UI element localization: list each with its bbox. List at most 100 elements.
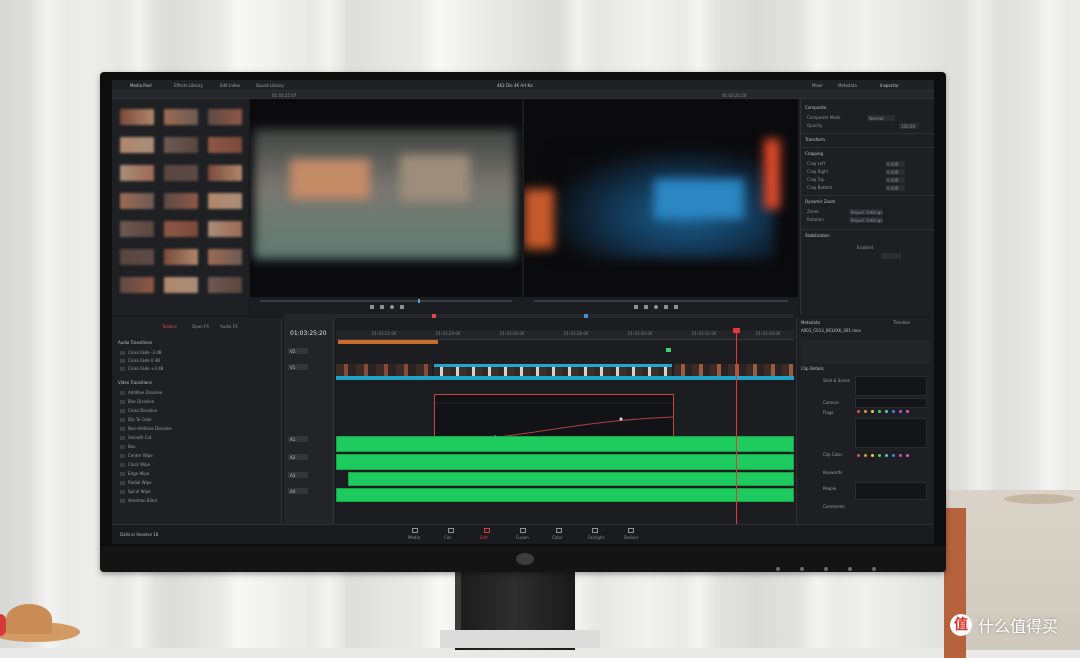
loop-icon[interactable] xyxy=(674,305,678,309)
effect-item[interactable]: Cross Dissolve xyxy=(120,408,157,414)
flag-color-dot[interactable] xyxy=(899,410,902,413)
track-header[interactable]: A3 xyxy=(288,472,308,478)
effect-item[interactable]: Smooth Cut xyxy=(120,435,152,441)
tab-audio-fx[interactable]: Audio FX xyxy=(220,324,238,329)
media-thumbnail[interactable] xyxy=(164,249,198,265)
stop-icon[interactable] xyxy=(644,305,648,309)
media-thumbnail[interactable] xyxy=(208,165,242,181)
monitor-button[interactable] xyxy=(848,567,852,571)
audio-clip[interactable] xyxy=(336,436,794,452)
inspector-section-composite[interactable]: Composite xyxy=(805,105,826,111)
media-thumbnail[interactable] xyxy=(120,165,154,181)
page-cut-icon[interactable] xyxy=(448,528,454,533)
media-thumbnail[interactable] xyxy=(208,193,242,209)
effect-item[interactable]: Spiral Wipe xyxy=(120,489,151,495)
menu-inspector[interactable]: Inspector xyxy=(880,83,899,89)
media-thumbnail[interactable] xyxy=(208,221,242,237)
page-color-label[interactable]: Color xyxy=(552,535,562,540)
effect-item[interactable]: Radial Wipe xyxy=(120,480,152,486)
page-edit-label[interactable]: Edit xyxy=(480,535,488,540)
menu-metadata[interactable]: Metadata xyxy=(838,83,857,89)
clip-color-dot[interactable] xyxy=(899,454,902,457)
page-fusion-icon[interactable] xyxy=(520,528,526,533)
video-clip-selected[interactable] xyxy=(434,364,672,376)
audio-clip[interactable] xyxy=(336,454,794,470)
effect-item[interactable]: Blur Dissolve xyxy=(120,399,154,405)
page-fairlight-icon[interactable] xyxy=(592,528,598,533)
clip-color-dot[interactable] xyxy=(878,454,881,457)
track-header[interactable]: A2 xyxy=(288,454,308,460)
playhead[interactable] xyxy=(736,328,737,524)
media-thumbnail[interactable] xyxy=(208,137,242,153)
page-fusion-label[interactable]: Fusion xyxy=(516,535,529,540)
source-scrub-head[interactable] xyxy=(418,299,420,303)
composite-mode-select[interactable]: Normal xyxy=(867,115,895,121)
clip-color-dot[interactable] xyxy=(864,454,867,457)
media-thumbnail[interactable] xyxy=(164,221,198,237)
next-frame-icon[interactable] xyxy=(400,305,404,309)
inspector-section-dynamic-zoom[interactable]: Dynamic Zoom xyxy=(805,199,835,205)
marker-range[interactable] xyxy=(338,340,438,344)
effect-item[interactable]: Edge Wipe xyxy=(120,471,149,477)
media-thumbnail[interactable] xyxy=(120,249,154,265)
effect-item[interactable]: Cross Fade -3 dB xyxy=(120,350,161,356)
media-thumbnail[interactable] xyxy=(164,193,198,209)
media-thumbnail[interactable] xyxy=(164,165,198,181)
media-thumbnail[interactable] xyxy=(164,277,198,293)
crop-right-field[interactable]: 0.000 xyxy=(885,169,905,175)
page-edit-icon[interactable] xyxy=(484,528,490,533)
inspector-section-stabilization[interactable]: Stabilization xyxy=(805,233,830,239)
menu-media-pool[interactable]: Media Pool xyxy=(130,83,152,89)
section-video-transitions[interactable]: Video Transitions xyxy=(118,380,152,386)
monitor-button[interactable] xyxy=(776,567,780,571)
tab-metadata[interactable]: Metadata xyxy=(801,320,820,326)
crop-top-field[interactable]: 0.000 xyxy=(885,177,905,183)
effect-item[interactable]: Center Wipe xyxy=(120,453,153,459)
timeline-marker[interactable] xyxy=(666,348,671,352)
effect-item[interactable]: Non-Additive Dissolve xyxy=(120,426,172,432)
menu-sound-library[interactable]: Sound Library xyxy=(256,83,284,89)
page-color-icon[interactable] xyxy=(556,528,562,533)
next-frame-icon[interactable] xyxy=(664,305,668,309)
rotation-select[interactable]: Project Settings xyxy=(849,217,883,223)
effect-item[interactable]: Cross Fade 0 dB xyxy=(120,358,160,364)
play-icon[interactable] xyxy=(654,305,658,309)
playhead-handle[interactable] xyxy=(733,328,740,333)
effect-item[interactable]: Box xyxy=(120,444,135,450)
meta-field[interactable] xyxy=(855,398,927,408)
play-icon[interactable] xyxy=(390,305,394,309)
page-cut-label[interactable]: Cut xyxy=(444,535,451,540)
clip-color-dot[interactable] xyxy=(892,454,895,457)
page-fairlight-label[interactable]: Fairlight xyxy=(588,535,604,540)
page-deliver-label[interactable]: Deliver xyxy=(624,535,638,540)
monitor-button[interactable] xyxy=(824,567,828,571)
all-groups[interactable]: Clip Details xyxy=(801,366,824,372)
tab-open-fx[interactable]: Open FX xyxy=(192,324,209,329)
tab-timeline[interactable]: Timeline xyxy=(893,320,910,326)
clip-color-dot[interactable] xyxy=(906,454,909,457)
zoom-select[interactable]: Project Settings xyxy=(849,209,883,215)
effect-item[interactable]: Cross Fade +3 dB xyxy=(120,366,163,372)
inspector-section-cropping[interactable]: Cropping xyxy=(805,151,823,157)
crop-bottom-field[interactable]: 0.000 xyxy=(885,185,905,191)
page-media-icon[interactable] xyxy=(412,528,418,533)
clip-color-dot[interactable] xyxy=(857,454,860,457)
flag-color-dot[interactable] xyxy=(878,410,881,413)
clip-color-dot[interactable] xyxy=(871,454,874,457)
audio-clip[interactable] xyxy=(336,488,794,502)
section-audio-transitions[interactable]: Audio Transitions xyxy=(118,340,152,346)
flag-color-dot[interactable] xyxy=(857,410,860,413)
video-clip[interactable] xyxy=(336,364,432,376)
page-deliver-icon[interactable] xyxy=(628,528,634,533)
track-header[interactable]: V2 xyxy=(288,348,308,354)
tab-toolbox[interactable]: Toolbox xyxy=(162,324,177,329)
flag-color-dot[interactable] xyxy=(864,410,867,413)
audio-clip[interactable] xyxy=(348,472,794,486)
video-clip[interactable] xyxy=(674,364,794,376)
meta-field[interactable] xyxy=(855,376,927,396)
track-header[interactable]: V1 xyxy=(288,364,308,370)
menu-edit-index[interactable]: Edit Index xyxy=(220,83,240,89)
effect-item[interactable]: Dip To Color xyxy=(120,417,152,423)
prev-frame-icon[interactable] xyxy=(634,305,638,309)
flag-color-dot[interactable] xyxy=(906,410,909,413)
